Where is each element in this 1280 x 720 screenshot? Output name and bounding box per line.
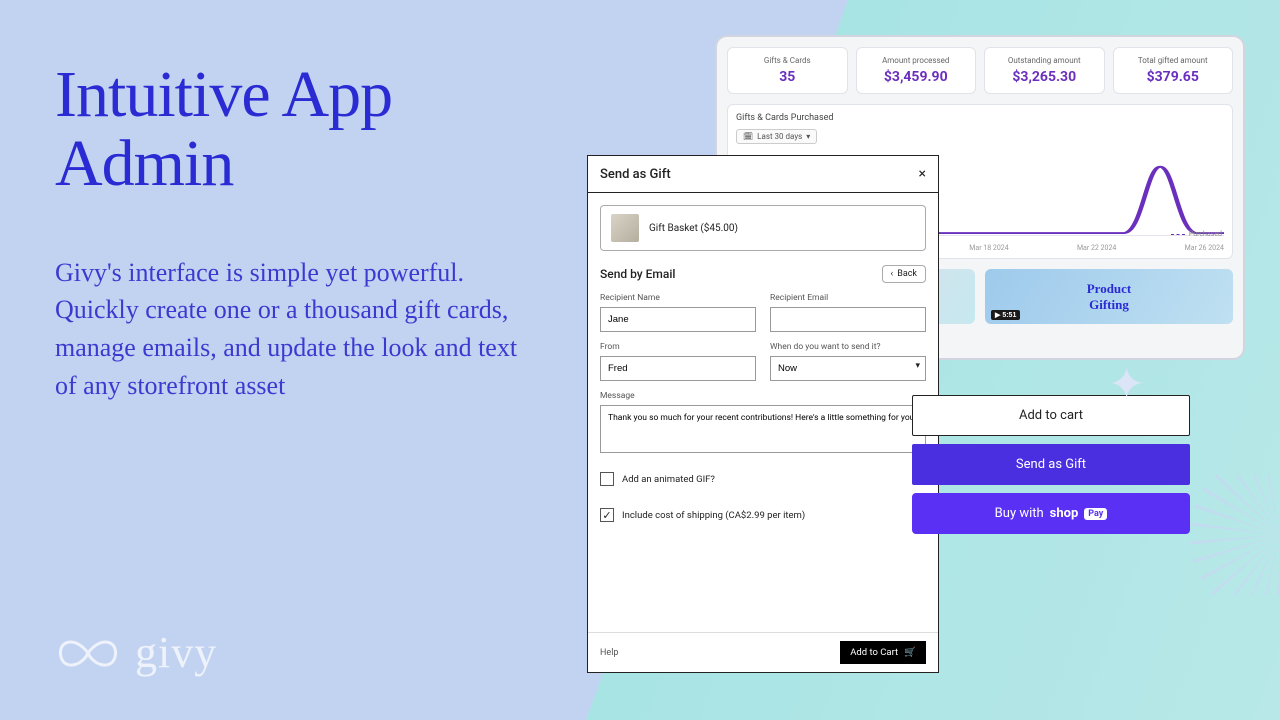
product-summary: Gift Basket ($45.00) [600,205,926,251]
add-to-cart-cta[interactable]: Add to cart [912,395,1190,436]
gif-checkbox-label: Add an animated GIF? [622,474,715,485]
brand-wordmark: givy [135,627,217,678]
hero-title: Intuitive App Admin [55,60,525,199]
stat-outstanding: Outstanding amount $3,265.30 [984,47,1105,94]
chevron-left-icon: ‹ [891,269,894,279]
shop-pay-cta[interactable]: Buy with shopPay [912,493,1190,534]
recipient-name-label: Recipient Name [600,293,756,303]
recipient-email-label: Recipient Email [770,293,926,303]
product-name: Gift Basket ($45.00) [649,223,738,234]
from-label: From [600,342,756,352]
gif-checkbox[interactable] [600,472,614,486]
shop-pay-badge: Pay [1084,508,1107,520]
from-input[interactable] [600,356,756,381]
chart-title: Gifts & Cards Purchased [736,113,1224,123]
sunburst-decoration [1190,475,1280,595]
chevron-down-icon: ▾ [915,361,920,371]
message-textarea[interactable] [600,405,926,453]
modal-title: Send as Gift [600,167,671,182]
stat-processed: Amount processed $3,459.90 [856,47,977,94]
date-range-picker[interactable]: 🗓 Last 30 days ▾ [736,129,817,144]
stat-gifts: Gifts & Cards 35 [727,47,848,94]
shipping-checkbox-label: Include cost of shipping (CA$2.99 per it… [622,510,805,521]
calendar-icon: 🗓 [743,132,753,141]
send-gift-modal: Send as Gift × Gift Basket ($45.00) Send… [587,155,939,673]
brand-logo: givy [55,627,217,678]
when-select[interactable] [770,356,926,381]
shipping-checkbox[interactable]: ✓ [600,508,614,522]
add-to-cart-button[interactable]: Add to Cart 🛒 [840,641,926,664]
help-link[interactable]: Help [600,648,618,658]
recipient-email-input[interactable] [770,307,926,332]
recipient-name-input[interactable] [600,307,756,332]
close-icon[interactable]: × [919,166,926,182]
hero-body: Givy's interface is simple yet powerful.… [55,254,525,405]
stat-total-gifted: Total gifted amount $379.65 [1113,47,1234,94]
send-method-label: Send by Email [600,267,675,281]
video-duration-badge: ▶ 5:51 [991,310,1020,320]
product-thumbnail [611,214,639,242]
chart-legend: Purchased [1171,230,1222,238]
when-label: When do you want to send it? [770,342,926,352]
bow-icon [55,633,121,673]
cart-icon: 🛒 [904,647,916,658]
back-button[interactable]: ‹ Back [882,265,926,283]
message-label: Message [600,391,926,401]
stats-row: Gifts & Cards 35 Amount processed $3,459… [727,47,1233,94]
chevron-down-icon: ▾ [806,132,810,141]
send-as-gift-cta[interactable]: Send as Gift [912,444,1190,485]
sparkle-icon: ✦ [1108,358,1145,410]
promo-product-gifting[interactable]: Product Gifting ▶ 5:51 [985,269,1233,324]
purchase-cta-stack: Add to cart Send as Gift Buy with shopPa… [912,395,1190,534]
